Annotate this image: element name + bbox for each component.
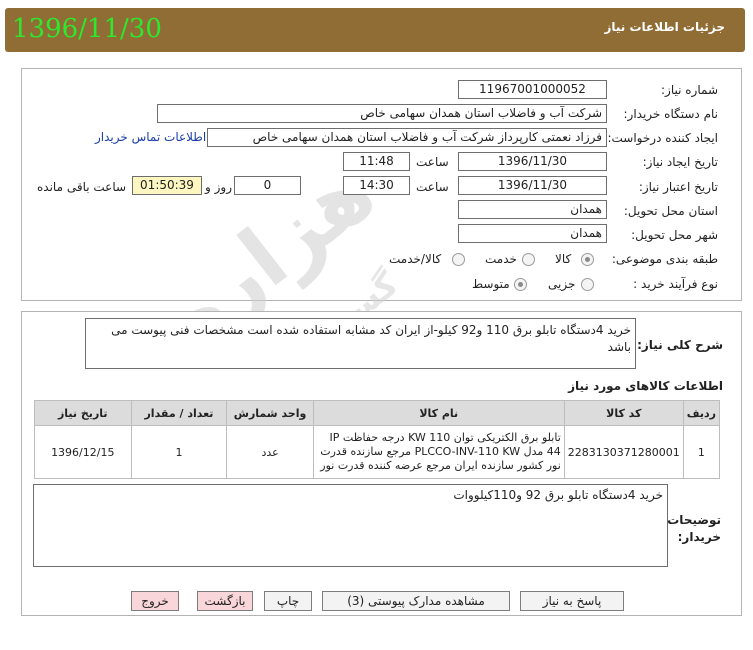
date-stamp: 1396/11/30: [12, 14, 162, 44]
cell-unit: عدد: [226, 425, 314, 479]
cell-date: 1396/12/15: [34, 425, 132, 479]
created-date-label: تاریخ ایجاد نیاز:: [642, 155, 718, 169]
requester-label: ایجاد کننده درخواست:: [607, 131, 718, 145]
category-radio-goods-service[interactable]: [452, 253, 465, 266]
created-time-field: 11:48: [343, 152, 410, 171]
process-option-medium: متوسط: [472, 277, 510, 291]
validity-time-label: ساعت: [416, 180, 449, 194]
process-radio-minor[interactable]: [581, 278, 594, 291]
validity-date-label: تاریخ اعتبار نیاز:: [638, 180, 718, 194]
requester-field: فرزاد نعمتی کارپرداز شرکت آب و فاضلاب اس…: [207, 128, 607, 147]
buyer-notes-label: توضیحات خریدار:: [667, 513, 721, 544]
col-qty: تعداد / مقدار: [130, 400, 228, 426]
print-button[interactable]: چاپ: [264, 591, 312, 611]
province-label: استان محل تحویل:: [623, 204, 718, 218]
col-date: تاریخ نیاز: [34, 400, 132, 426]
page-title: جزئیات اطلاعات نیاز: [604, 20, 725, 34]
cell-qty: 1: [130, 425, 228, 479]
validity-date-field: 1396/11/30: [458, 176, 607, 195]
col-unit: واحد شمارش: [226, 400, 314, 426]
cell-code: 2283130371280001: [563, 425, 684, 479]
city-field: همدان: [458, 224, 607, 243]
cell-row: 1: [682, 425, 721, 479]
col-row: ردیف: [682, 400, 721, 426]
process-label: نوع فرآیند خرید :: [633, 277, 718, 291]
buyer-contact-link[interactable]: اطلاعات تماس خریدار: [95, 130, 206, 144]
need-number-field: 11967001000052: [458, 80, 607, 99]
attachments-button[interactable]: مشاهده مدارک پیوستی (3): [322, 591, 510, 611]
summary-box: خرید 4دستگاه تابلو برق 110 و92 کیلو-از ا…: [85, 318, 636, 369]
remaining-days-field: 0: [234, 176, 301, 195]
province-field: همدان: [458, 200, 607, 219]
remaining-label: ساعت باقی مانده: [37, 180, 127, 194]
created-time-label: ساعت: [416, 155, 449, 169]
buyer-org-label: نام دستگاه خریدار:: [623, 107, 719, 121]
buyer-notes-text: خرید 4دستگاه تابلو برق 92 و110کیلووات: [453, 488, 663, 502]
category-label: طبقه بندی موضوعی:: [611, 252, 718, 266]
process-radio-medium[interactable]: [514, 278, 527, 291]
table-row[interactable]: 1 2283130371280001 تابلو برق الکتریکی تو…: [34, 425, 721, 479]
col-code: کد کالا: [563, 400, 684, 426]
summary-label: شرح کلی نیاز:: [637, 338, 723, 352]
col-name: نام کالا: [312, 400, 565, 426]
city-label: شهر محل تحویل:: [631, 228, 718, 242]
days-label: روز و: [205, 180, 232, 194]
category-option-goods: کالا: [555, 252, 572, 266]
items-title: اطلاعات کالاهای مورد نیاز: [568, 379, 723, 393]
exit-button[interactable]: خروج: [131, 591, 179, 611]
category-radio-goods[interactable]: [581, 253, 594, 266]
created-date-field: 1396/11/30: [458, 152, 607, 171]
validity-time-field: 14:30: [343, 176, 410, 195]
need-number-label: شماره نیاز:: [661, 83, 718, 97]
reply-button[interactable]: پاسخ به نیاز: [520, 591, 624, 611]
category-option-service: خدمت: [485, 252, 517, 266]
items-table: ردیف کد کالا نام کالا واحد شمارش تعداد /…: [34, 400, 721, 479]
items-table-header: ردیف کد کالا نام کالا واحد شمارش تعداد /…: [34, 400, 721, 426]
summary-text: خرید 4دستگاه تابلو برق 110 و92 کیلو-از ا…: [111, 323, 631, 354]
category-option-goods-service: کالا/خدمت: [389, 252, 442, 266]
process-option-minor: جزیی: [548, 277, 576, 291]
buyer-org-field: شرکت آب و فاضلاب استان همدان سهامی خاص: [157, 104, 607, 123]
category-radio-service[interactable]: [522, 253, 535, 266]
buyer-notes-box: خرید 4دستگاه تابلو برق 92 و110کیلووات: [33, 484, 668, 567]
cell-name: تابلو برق الکتریکی توان 110 KW درجه حفاظ…: [312, 425, 565, 479]
back-button[interactable]: بازگشت: [197, 591, 253, 611]
remaining-time-field: 01:50:39: [132, 176, 202, 195]
